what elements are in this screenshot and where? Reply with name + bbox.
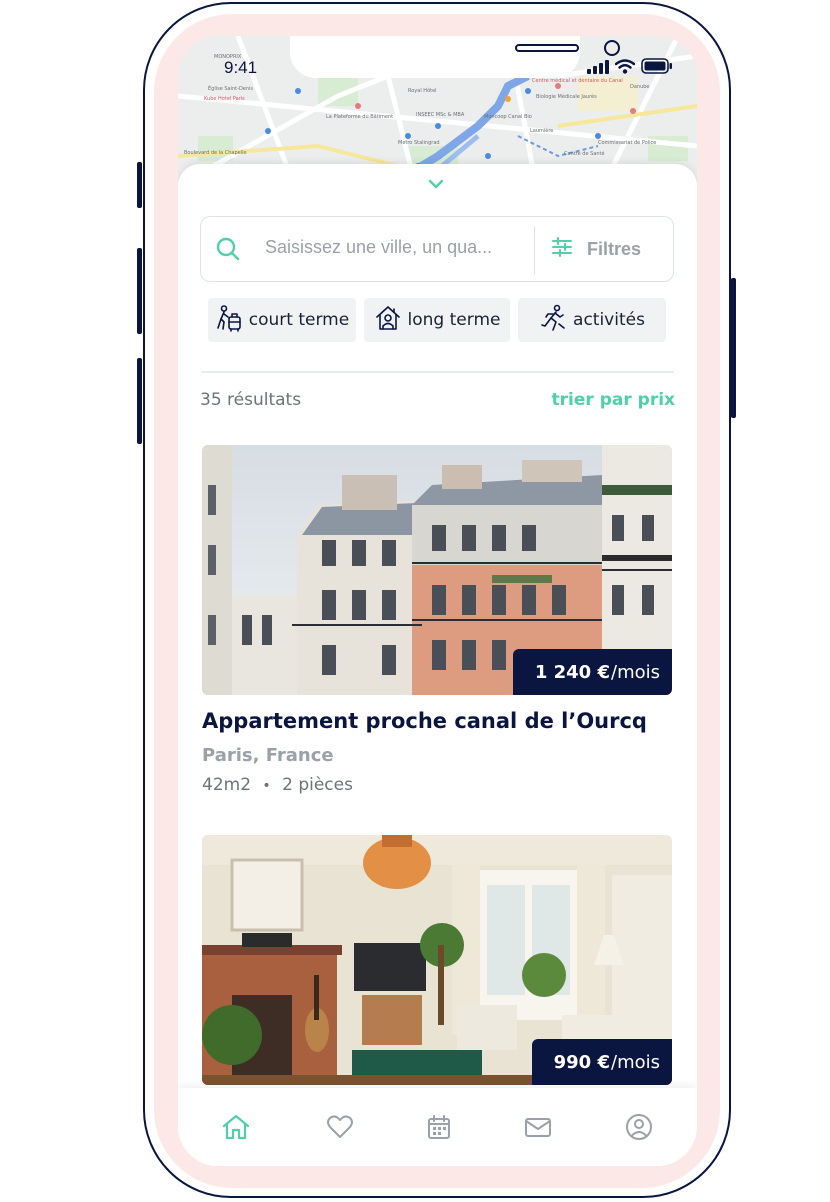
category-chips: court terme long terme activités [208,298,666,342]
map-label: La Plateforme du Bâtiment [326,114,394,120]
side-button-power [731,278,736,418]
map-label: Biologie Médicale Jaurès [536,94,597,100]
filters-button[interactable]: Filtres [551,217,671,281]
wifi-icon [614,58,636,78]
luggage-person-icon [215,304,243,337]
search-bar: Filtres [200,216,674,282]
price-unit: /mois [611,1051,660,1073]
divider [202,371,674,373]
listing-title[interactable]: Appartement proche canal de l’Ourcq [202,709,647,733]
chip-court-terme[interactable]: court terme [208,298,356,342]
chevron-down-icon[interactable] [426,176,446,195]
mail-icon [523,1118,553,1146]
speaker-grille [515,44,579,52]
chip-label: court terme [248,310,350,330]
listing-area: 42m2 [202,775,252,795]
map-label: Kube Hotel Paris [204,96,245,102]
house-person-icon [374,304,402,337]
listing-photo[interactable]: 990 €/mois [202,835,672,1085]
profile-icon [624,1114,654,1146]
search-icon [215,236,241,266]
side-button-volume-down [137,358,142,444]
map-label: Commissariat de Police [598,140,657,146]
battery-icon [641,58,673,78]
price-badge: 1 240 €/mois [512,649,672,695]
listing-photo[interactable]: 1 240 €/mois [202,445,672,695]
heart-icon [325,1115,355,1146]
map-label: Église Saint-Denis [208,86,254,92]
map-label: Danube [630,84,650,90]
results-sheet: Filtres court terme long t [178,164,697,1166]
front-camera [604,40,620,56]
map-label: Centre médical et dentaire du Canal [532,78,623,84]
chip-label: activités [573,310,645,330]
sliders-icon [551,237,573,261]
status-time: 9:41 [224,58,258,77]
map-label: Moncoop Canal Bio [484,114,532,120]
price-badge: 990 €/mois [531,1039,672,1085]
nav-profile[interactable] [624,1112,654,1142]
sort-by-price-link[interactable]: trier par prix [552,390,675,410]
chip-label: long terme [407,310,501,330]
home-icon [221,1114,251,1146]
running-person-icon [539,304,567,337]
price-amount: 990 € [553,1051,610,1073]
nav-messages[interactable] [523,1112,553,1142]
listing-location: Paris, France [202,745,334,766]
listing-details: 42m2 • 2 pièces [202,775,353,795]
side-button-mute [137,162,142,208]
meta-separator: • [262,778,271,794]
nav-home[interactable] [221,1112,251,1142]
map-label: Centre de Santé [564,151,605,157]
map-label: Royal Hôtel [408,88,437,94]
chip-activites[interactable]: activités [518,298,666,342]
listing-rooms: 2 pièces [282,775,353,795]
phone-notch [290,36,620,78]
price-amount: 1 240 € [534,661,610,683]
nav-bookings[interactable] [424,1112,454,1142]
filters-label: Filtres [587,238,642,259]
app-screen: MONOPRIX Église Saint-Denis Kube Hotel P… [178,36,697,1166]
map-label: Laumière [530,128,554,134]
search-divider [534,226,535,274]
chip-long-terme[interactable]: long terme [364,298,510,342]
map-label: Metro Stalingrad [398,140,440,146]
search-input[interactable] [265,237,511,258]
map-label: Boulevard de la Chapelle [184,150,247,156]
bottom-navigation [178,1088,697,1166]
nav-favorites[interactable] [325,1112,355,1142]
map-label: INSEEC MSc & MBA [416,112,465,118]
price-unit: /mois [611,661,660,683]
calendar-icon [424,1115,454,1146]
results-count: 35 résultats [200,390,302,410]
signal-icon [587,59,609,78]
status-icons [587,58,673,78]
side-button-volume-up [137,248,142,334]
